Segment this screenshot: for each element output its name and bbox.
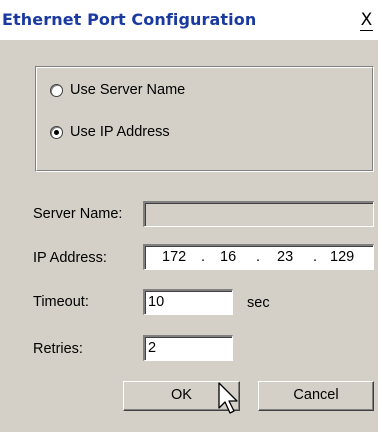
ip-octet-3[interactable]: 23 — [277, 249, 293, 265]
ip-separator-2: . — [256, 249, 261, 265]
ip-octet-4[interactable]: 129 — [330, 249, 354, 265]
mouse-pointer-icon — [218, 382, 238, 414]
timeout-field[interactable]: 10 — [143, 289, 233, 315]
dialog-title: Ethernet Port Configuration — [2, 10, 257, 29]
radio-selected-dot — [54, 130, 59, 135]
ip-address-label: IP Address: — [33, 250, 107, 266]
title-bar[interactable]: Ethernet Port Configuration X — [0, 0, 378, 40]
cancel-button[interactable]: Cancel — [258, 381, 374, 411]
retries-field[interactable]: 2 — [143, 335, 233, 361]
timeout-label: Timeout: — [33, 294, 89, 310]
ip-separator-1: . — [201, 249, 206, 265]
ip-address-radio[interactable] — [50, 126, 63, 139]
retries-label: Retries: — [33, 341, 83, 357]
server-name-radio-label[interactable]: Use Server Name — [70, 82, 185, 98]
ip-address-radio-label[interactable]: Use IP Address — [70, 124, 170, 140]
timeout-unit: sec — [247, 295, 270, 311]
server-name-field[interactable] — [143, 201, 374, 227]
ethernet-port-dialog: Ethernet Port Configuration X Use Server… — [0, 0, 382, 432]
server-name-radio[interactable] — [50, 84, 63, 97]
ip-octet-2[interactable]: 16 — [220, 249, 236, 265]
server-name-label: Server Name: — [33, 206, 123, 222]
close-icon[interactable]: X — [358, 12, 375, 31]
ip-address-field[interactable]: 172 . 16 . 23 . 129 — [143, 244, 374, 270]
ip-octet-1[interactable]: 172 — [162, 249, 186, 265]
ip-separator-3: . — [313, 249, 318, 265]
